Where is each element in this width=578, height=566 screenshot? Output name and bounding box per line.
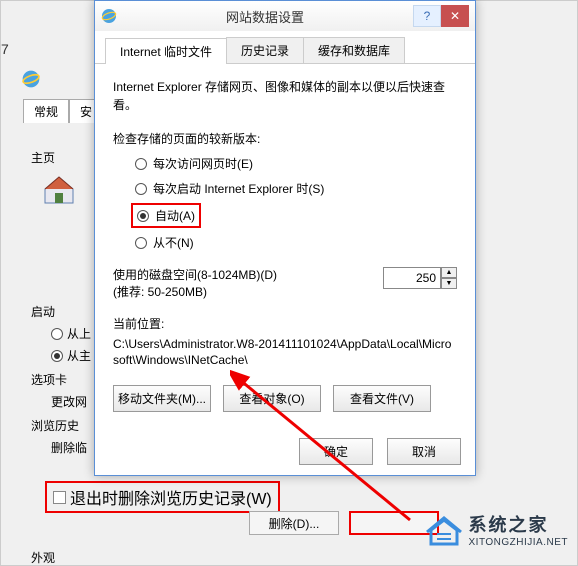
dialog-icon — [101, 8, 117, 24]
watermark-cn: 系统之家 — [469, 511, 569, 537]
disk-space-row: 使用的磁盘空间(8-1024MB)(D) (推荐: 50-250MB) ▲ ▼ — [113, 267, 457, 301]
watermark: 系统之家 XITONGZHIJIA.NET — [425, 510, 569, 548]
tab-temp-files[interactable]: Internet 临时文件 — [105, 38, 227, 64]
tab-cache[interactable]: 缓存和数据库 — [303, 37, 405, 63]
ie-icon — [21, 69, 41, 89]
radio-icon — [135, 183, 147, 195]
dialog-content: Internet Explorer 存储网页、图像和媒体的副本以便以后快速查看。… — [95, 64, 475, 426]
radio-icon — [135, 237, 147, 249]
bg-exit-delete-checkbox-row[interactable]: 退出时删除浏览历史记录(W) — [45, 481, 280, 513]
dialog-footer: 确定 取消 — [299, 438, 461, 465]
bg-radio-last[interactable]: 从上 — [51, 325, 91, 342]
bg-delete-label: 删除临 — [51, 439, 87, 456]
radio-icon — [135, 158, 147, 170]
bg-change-label: 更改网 — [51, 393, 87, 410]
bg-startup-label: 启动 — [31, 303, 55, 320]
bg-home-label: 主页 — [31, 149, 55, 166]
bg-tabcard-label: 选项卡 — [31, 371, 67, 388]
cancel-button[interactable]: 取消 — [387, 438, 461, 465]
disk-space-input[interactable] — [383, 267, 441, 289]
tab-history[interactable]: 历史记录 — [226, 37, 304, 63]
bg-appearance-label: 外观 — [31, 549, 55, 566]
spinner-up-icon[interactable]: ▲ — [441, 267, 457, 278]
view-objects-button[interactable]: 查看对象(O) — [223, 385, 321, 412]
tabstrip: Internet 临时文件 历史记录 缓存和数据库 — [95, 31, 475, 64]
disk-space-spinner[interactable]: ▲ ▼ — [383, 267, 457, 289]
radio-auto[interactable]: 自动(A) — [131, 203, 201, 228]
dialog-title: 网站数据设置 — [117, 7, 413, 26]
spinner-down-icon[interactable]: ▼ — [441, 278, 457, 289]
disk-space-hint: (推荐: 50-250MB) — [113, 284, 277, 301]
website-data-settings-dialog: 网站数据设置 ? ✕ Internet 临时文件 历史记录 缓存和数据库 Int… — [94, 0, 476, 476]
bg-exit-delete-label: 退出时删除浏览历史记录(W) — [70, 485, 272, 509]
bg-tab-general[interactable]: 常规 — [23, 99, 69, 123]
bg-tabstrip: 常规 安 — [23, 99, 103, 123]
watermark-logo-icon — [425, 510, 463, 548]
check-version-label: 检查存储的页面的较新版本: — [113, 130, 457, 147]
bg-history-label: 浏览历史 — [31, 417, 79, 434]
disk-space-label: 使用的磁盘空间(8-1024MB)(D) — [113, 267, 277, 284]
bg-number: 7 — [1, 41, 9, 57]
radio-never[interactable]: 从不(N) — [131, 232, 457, 253]
ok-button[interactable]: 确定 — [299, 438, 373, 465]
radio-icon — [137, 210, 149, 222]
radio-every-start[interactable]: 每次启动 Internet Explorer 时(S) — [131, 178, 457, 199]
location-label: 当前位置: — [113, 315, 457, 332]
move-folder-button[interactable]: 移动文件夹(M)... — [113, 385, 211, 412]
bg-delete-button[interactable]: 删除(D)... — [249, 511, 339, 535]
home-icon — [41, 171, 77, 207]
location-path: C:\Users\Administrator.W8-201411101024\A… — [113, 336, 457, 370]
view-files-button[interactable]: 查看文件(V) — [333, 385, 431, 412]
help-button[interactable]: ? — [413, 5, 441, 27]
description-text: Internet Explorer 存储网页、图像和媒体的副本以便以后快速查看。 — [113, 78, 457, 114]
checkbox-icon[interactable] — [53, 491, 66, 504]
bg-radio-home[interactable]: 从主 — [51, 347, 91, 364]
radio-group: 每次访问网页时(E) 每次启动 Internet Explorer 时(S) 自… — [113, 153, 457, 253]
titlebar: 网站数据设置 ? ✕ — [95, 1, 475, 31]
close-button[interactable]: ✕ — [441, 5, 469, 27]
radio-every-visit[interactable]: 每次访问网页时(E) — [131, 153, 457, 174]
action-button-row: 移动文件夹(M)... 查看对象(O) 查看文件(V) — [113, 385, 457, 412]
watermark-en: XITONGZHIJIA.NET — [469, 537, 569, 548]
